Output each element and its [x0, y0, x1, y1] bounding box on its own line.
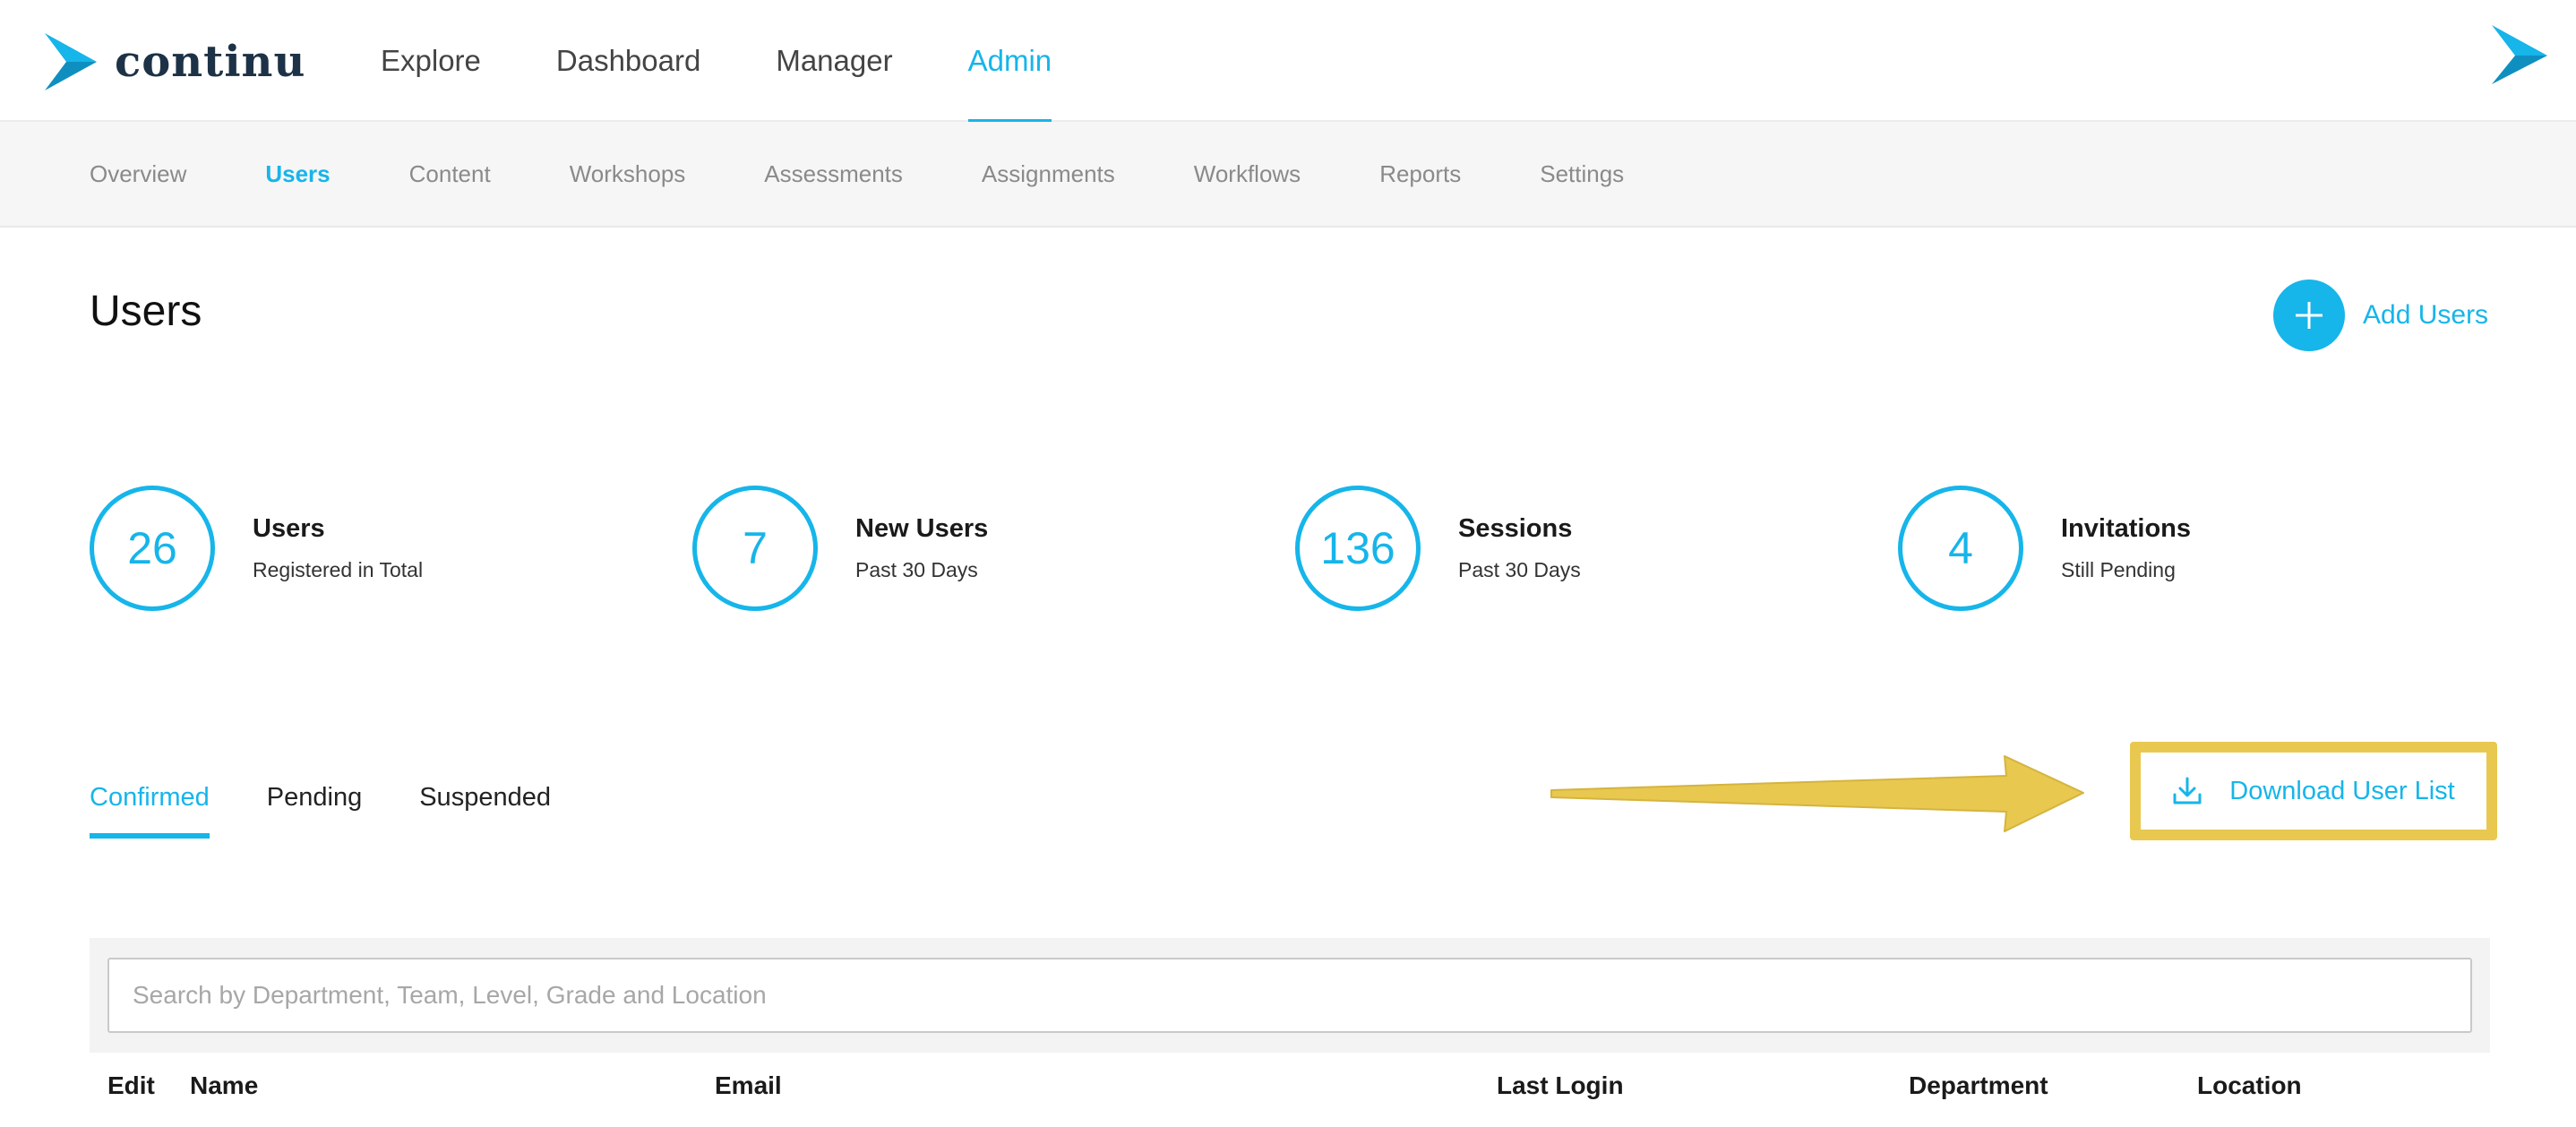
sub-nav-users[interactable]: Users	[265, 160, 330, 188]
tab-confirmed[interactable]: Confirmed	[90, 776, 210, 839]
column-header-location[interactable]: Location	[2197, 1071, 2302, 1100]
stat-title: Invitations	[2061, 514, 2192, 543]
stat-subtitle: Registered in Total	[253, 558, 424, 581]
stat-value: 26	[90, 486, 215, 611]
stat-value: 7	[692, 486, 818, 611]
stat-title: Users	[253, 514, 325, 543]
continu-arrow-icon	[2492, 25, 2547, 84]
main-nav-admin[interactable]: Admin	[967, 0, 1052, 124]
page-title: Users	[90, 288, 202, 335]
add-users-button[interactable]: Add Users	[2273, 280, 2488, 351]
tab-suspended[interactable]: Suspended	[419, 776, 551, 839]
annotation-arrow-icon	[1550, 755, 2084, 832]
download-user-list-label: Download User List	[2229, 776, 2455, 805]
top-navigation: continu Explore Dashboard Manager Admin	[0, 0, 2576, 124]
download-icon	[2173, 777, 2202, 804]
users-table-header: Edit Name Email Last Login Department Lo…	[0, 1071, 2576, 1116]
column-header-edit[interactable]: Edit	[107, 1071, 155, 1100]
main-nav-manager[interactable]: Manager	[776, 0, 892, 122]
search-input[interactable]	[107, 958, 2472, 1033]
sub-nav-content[interactable]: Content	[409, 160, 491, 188]
stat-users: 26 Users Registered in Total	[90, 486, 423, 611]
stat-subtitle: Still Pending	[2061, 558, 2176, 581]
continu-arrow-icon	[45, 33, 97, 90]
sub-nav-overview[interactable]: Overview	[90, 160, 186, 188]
app-logo[interactable]: continu	[43, 30, 305, 93]
user-stats: 26 Users Registered in Total 7 New Users…	[90, 486, 2490, 611]
sub-nav-workflows[interactable]: Workflows	[1194, 160, 1301, 188]
stat-value: 136	[1295, 486, 1421, 611]
download-user-list-button[interactable]: Download User List	[2130, 742, 2497, 840]
admin-sub-nav: Overview Users Content Workshops Assessm…	[0, 122, 2576, 228]
user-status-tabs: Confirmed Pending Suspended	[90, 776, 608, 839]
sub-nav-settings[interactable]: Settings	[1540, 160, 1624, 188]
plus-icon	[2273, 280, 2345, 351]
main-nav-dashboard[interactable]: Dashboard	[556, 0, 700, 122]
sub-nav-workshops[interactable]: Workshops	[570, 160, 686, 188]
corner-logo[interactable]	[2490, 23, 2549, 90]
search-bar	[90, 938, 2490, 1053]
add-users-label: Add Users	[2363, 300, 2489, 330]
stat-value: 4	[1898, 486, 2023, 611]
main-nav-explore[interactable]: Explore	[381, 0, 481, 122]
app-logo-text: continu	[115, 37, 306, 87]
stat-title: New Users	[855, 514, 989, 543]
column-header-department[interactable]: Department	[1909, 1071, 2048, 1100]
sub-nav-reports[interactable]: Reports	[1379, 160, 1461, 188]
sub-nav-assignments[interactable]: Assignments	[982, 160, 1115, 188]
column-header-name[interactable]: Name	[190, 1071, 258, 1100]
column-header-last-login[interactable]: Last Login	[1497, 1071, 1624, 1100]
main-nav: Explore Dashboard Manager Admin	[381, 0, 1127, 124]
stat-new-users: 7 New Users Past 30 Days	[692, 486, 988, 611]
stat-subtitle: Past 30 Days	[855, 558, 978, 581]
tab-pending[interactable]: Pending	[267, 776, 362, 839]
stat-invitations: 4 Invitations Still Pending	[1898, 486, 2191, 611]
column-header-email[interactable]: Email	[715, 1071, 782, 1100]
sub-nav-assessments[interactable]: Assessments	[764, 160, 903, 188]
stat-subtitle: Past 30 Days	[1458, 558, 1581, 581]
stat-title: Sessions	[1458, 514, 1573, 543]
stat-sessions: 136 Sessions Past 30 Days	[1295, 486, 1581, 611]
